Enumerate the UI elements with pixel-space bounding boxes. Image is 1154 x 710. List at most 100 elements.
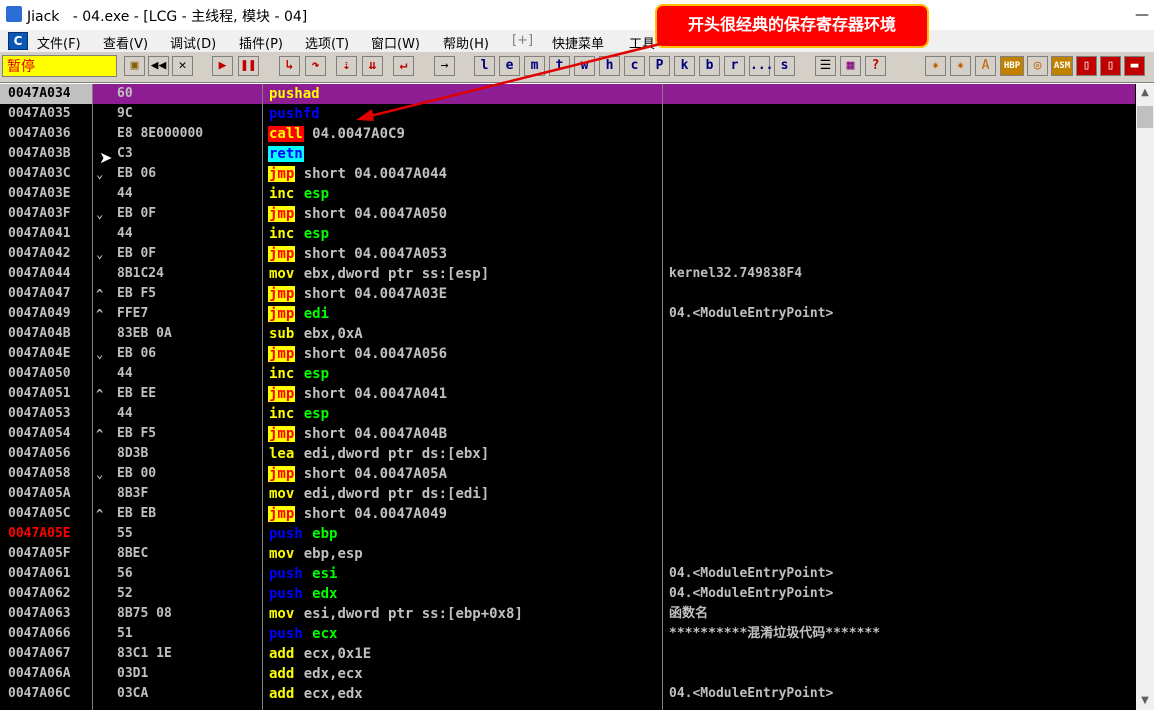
step-into-icon[interactable]: ↳ bbox=[279, 56, 300, 76]
row-hex: C3 bbox=[117, 146, 133, 161]
run-icon[interactable]: ▶ bbox=[212, 56, 233, 76]
disasm-row[interactable]: 0047A061 56 push esi 04.<ModuleEntryPoint> bbox=[0, 564, 1135, 584]
row-address: 0047A035 bbox=[8, 106, 71, 121]
disasm-row[interactable]: 0047A04E ⌄ EB 06 jmp short 04.0047A056 bbox=[0, 344, 1135, 364]
disasm-row[interactable]: 0047A035 9C pushfd bbox=[0, 104, 1135, 124]
row-address: 0047A063 bbox=[8, 606, 71, 621]
row-address: 0047A056 bbox=[8, 446, 71, 461]
row-hex: 44 bbox=[117, 406, 133, 421]
disasm-row[interactable]: 0047A044 8B1C24 mov ebx,dword ptr ss:[esp]… bbox=[0, 264, 1135, 284]
row-hex: 8D3B bbox=[117, 446, 149, 461]
column-divider bbox=[662, 84, 663, 710]
menu-debug[interactable]: 调试(D) bbox=[170, 33, 216, 52]
disasm-row[interactable]: 0047A047 ^ EB F5 jmp short 04.0047A03E bbox=[0, 284, 1135, 304]
disasm-row[interactable]: 0047A03C ⌄ EB 06 jmp short 04.0047A044 bbox=[0, 164, 1135, 184]
tb-patches-button[interactable]: P bbox=[649, 56, 670, 76]
disasm-row[interactable]: 0047A056 8D3B lea edi,dword ptr ds:[ebx] bbox=[0, 444, 1135, 464]
disasm-row[interactable]: 0047A03F ⌄ EB 0F jmp short 04.0047A050 bbox=[0, 204, 1135, 224]
menu-options[interactable]: 选项(T) bbox=[305, 33, 349, 52]
disasm-row[interactable]: 0047A036 E8 8E000000 call 04.0047A0C9 bbox=[0, 124, 1135, 144]
disasm-row[interactable]: 0047A03E 44 inc esp bbox=[0, 184, 1135, 204]
disasm-row[interactable]: 0047A05A 8B3F mov edi,dword ptr ds:[edi] bbox=[0, 484, 1135, 504]
disasm-row[interactable]: 0047A067 83C1 1E add ecx,0x1E bbox=[0, 644, 1135, 664]
restart-icon[interactable]: ◀◀ bbox=[148, 56, 169, 76]
help-icon[interactable]: ? bbox=[865, 56, 886, 76]
disasm-row[interactable]: 0047A058 ⌄ EB 00 jmp short 04.0047A05A bbox=[0, 464, 1135, 484]
tb-cpu-button[interactable]: c bbox=[624, 56, 645, 76]
tb-memory-button[interactable]: m bbox=[524, 56, 545, 76]
disasm-row[interactable]: 0047A06C 03CA add ecx,edx 04.<ModuleEntryPo… bbox=[0, 684, 1135, 704]
trace-into-icon[interactable]: ⇣ bbox=[336, 56, 357, 76]
row-address: 0047A041 bbox=[8, 226, 71, 241]
disasm-row[interactable]: 0047A04B 83EB 0A sub ebx,0xA bbox=[0, 324, 1135, 344]
trace-over-icon[interactable]: ⇊ bbox=[362, 56, 383, 76]
jump-direction-icon: ⌄ bbox=[96, 467, 104, 481]
scroll-down-icon[interactable]: ▼ bbox=[1136, 692, 1154, 710]
menu-tools[interactable]: 工具 bbox=[629, 33, 655, 52]
open-icon[interactable]: ▣ bbox=[124, 56, 145, 76]
menu-view[interactable]: 查看(V) bbox=[103, 33, 148, 52]
doc3-icon[interactable]: ▬ bbox=[1124, 56, 1145, 76]
disasm-row[interactable]: 0047A050 44 inc esp bbox=[0, 364, 1135, 384]
menu-plugins[interactable]: 插件(P) bbox=[239, 33, 283, 52]
row-operands: esp bbox=[303, 366, 330, 382]
menu-shortcuts[interactable]: 快捷菜单 bbox=[552, 33, 604, 52]
asm-button[interactable]: ASM bbox=[1051, 56, 1073, 76]
target-icon[interactable]: ◎ bbox=[1027, 56, 1048, 76]
tb-modules-button[interactable]: e bbox=[499, 56, 520, 76]
tb-source-button[interactable]: s bbox=[774, 56, 795, 76]
plugin3-icon[interactable]: A bbox=[975, 56, 996, 76]
disasm-row[interactable]: 0047A05E 55 push ebp bbox=[0, 524, 1135, 544]
row-operands: short 04.0047A056 bbox=[303, 346, 448, 362]
plugin-icon[interactable]: ✷ bbox=[925, 56, 946, 76]
scroll-thumb[interactable] bbox=[1137, 106, 1153, 128]
disasm-row[interactable]: 0047A034 60 pushad bbox=[0, 84, 1135, 104]
tb-references-button[interactable]: r bbox=[724, 56, 745, 76]
row-hex: 51 bbox=[117, 626, 133, 641]
list-icon[interactable]: ☰ bbox=[815, 56, 836, 76]
vertical-scrollbar[interactable]: ▲ ▼ bbox=[1136, 84, 1154, 710]
tb-windows-button[interactable]: w bbox=[574, 56, 595, 76]
tb-runtrace-button[interactable]: ... bbox=[749, 56, 773, 76]
doc-icon[interactable]: ▯ bbox=[1076, 56, 1097, 76]
hbp-button[interactable]: HBP bbox=[1000, 56, 1024, 76]
tb-breakpoints-button[interactable]: b bbox=[699, 56, 720, 76]
disasm-row[interactable]: 0047A049 ^ FFE7 jmp edi 04.<ModuleEntryPoint… bbox=[0, 304, 1135, 324]
disasm-row[interactable]: 0047A054 ^ EB F5 jmp short 04.0047A04B bbox=[0, 424, 1135, 444]
row-hex: 44 bbox=[117, 226, 133, 241]
disasm-row[interactable]: 0047A041 44 inc esp bbox=[0, 224, 1135, 244]
disasm-row[interactable]: 0047A05F 8BEC mov ebp,esp bbox=[0, 544, 1135, 564]
pause-icon[interactable]: ❚❚ bbox=[238, 56, 259, 76]
menu-plus[interactable]: [+] bbox=[512, 33, 533, 48]
disasm-row[interactable]: 0047A051 ^ EB EE jmp short 04.0047A041 bbox=[0, 384, 1135, 404]
close-icon[interactable]: ✕ bbox=[172, 56, 193, 76]
plugin2-icon[interactable]: ✷ bbox=[950, 56, 971, 76]
row-address: 0047A058 bbox=[8, 466, 71, 481]
tb-callstack-button[interactable]: k bbox=[674, 56, 695, 76]
disasm-row[interactable]: 0047A053 44 inc esp bbox=[0, 404, 1135, 424]
scroll-up-icon[interactable]: ▲ bbox=[1136, 84, 1154, 102]
menu-help[interactable]: 帮助(H) bbox=[443, 33, 489, 52]
menu-file[interactable]: 文件(F) bbox=[37, 33, 81, 52]
grid-icon[interactable]: ▦ bbox=[840, 56, 861, 76]
disasm-row[interactable]: 0047A03B C3 retn bbox=[0, 144, 1135, 164]
disassembly-pane[interactable]: 0047A034 60 pushad 0047A035 9C pushfd 0047A036… bbox=[0, 84, 1154, 710]
go-to-icon[interactable]: → bbox=[434, 56, 455, 76]
disasm-row[interactable]: 0047A042 ⌄ EB 0F jmp short 04.0047A053 bbox=[0, 244, 1135, 264]
tb-log-button[interactable]: l bbox=[474, 56, 495, 76]
disasm-row[interactable]: 0047A066 51 push ecx **********混淆垃圾代码******… bbox=[0, 624, 1135, 644]
tb-handles-button[interactable]: h bbox=[599, 56, 620, 76]
disasm-row[interactable]: 0047A063 8B75 08 mov esi,dword ptr ss:[ebp… bbox=[0, 604, 1135, 624]
doc2-icon[interactable]: ▯ bbox=[1100, 56, 1121, 76]
menu-window[interactable]: 窗口(W) bbox=[371, 33, 420, 52]
minimize-button[interactable]: — bbox=[1130, 6, 1154, 24]
tb-threads-button[interactable]: t bbox=[549, 56, 570, 76]
execute-till-return-icon[interactable]: ↵ bbox=[393, 56, 414, 76]
row-mnemonic: inc bbox=[269, 226, 295, 242]
debugger-logo-icon[interactable]: C bbox=[8, 32, 28, 50]
step-over-icon[interactable]: ↷ bbox=[305, 56, 326, 76]
disasm-row[interactable]: 0047A062 52 push edx 04.<ModuleEntryPoint> bbox=[0, 584, 1135, 604]
disasm-row[interactable]: 0047A05C ^ EB EB jmp short 04.0047A049 bbox=[0, 504, 1135, 524]
disasm-row[interactable]: 0047A06A 03D1 add edx,ecx bbox=[0, 664, 1135, 684]
row-mnemonic: push bbox=[269, 626, 303, 642]
